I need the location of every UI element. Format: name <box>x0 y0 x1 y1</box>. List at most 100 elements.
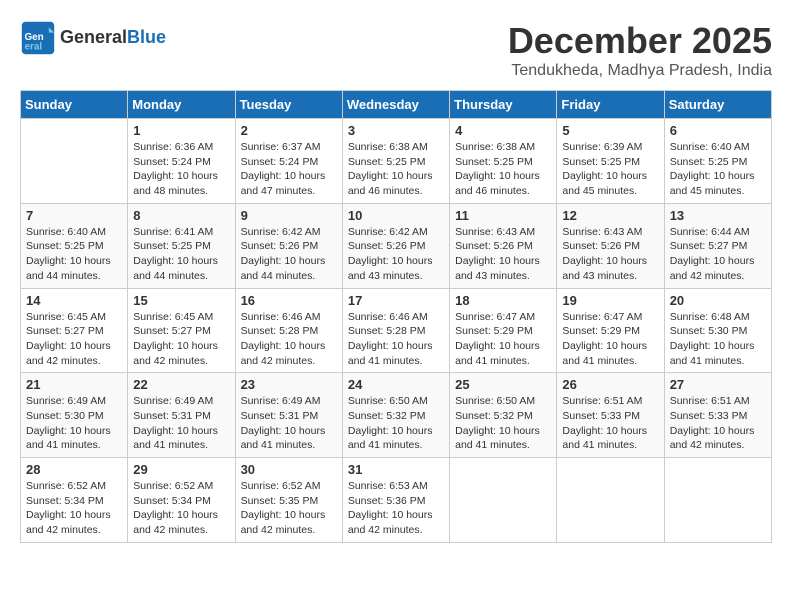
day-info: Sunrise: 6:46 AMSunset: 5:28 PMDaylight:… <box>241 310 337 369</box>
day-number: 9 <box>241 208 337 223</box>
calendar-cell: 13 Sunrise: 6:44 AMSunset: 5:27 PMDaylig… <box>664 203 771 288</box>
day-number: 1 <box>133 123 229 138</box>
day-number: 2 <box>241 123 337 138</box>
calendar-cell: 17 Sunrise: 6:46 AMSunset: 5:28 PMDaylig… <box>342 288 449 373</box>
weekday-header-saturday: Saturday <box>664 91 771 119</box>
day-number: 29 <box>133 462 229 477</box>
day-info: Sunrise: 6:43 AMSunset: 5:26 PMDaylight:… <box>455 225 551 284</box>
calendar-cell: 3 Sunrise: 6:38 AMSunset: 5:25 PMDayligh… <box>342 119 449 204</box>
day-info: Sunrise: 6:42 AMSunset: 5:26 PMDaylight:… <box>241 225 337 284</box>
day-number: 17 <box>348 293 444 308</box>
day-info: Sunrise: 6:52 AMSunset: 5:34 PMDaylight:… <box>133 479 229 538</box>
day-number: 30 <box>241 462 337 477</box>
day-info: Sunrise: 6:52 AMSunset: 5:35 PMDaylight:… <box>241 479 337 538</box>
day-info: Sunrise: 6:39 AMSunset: 5:25 PMDaylight:… <box>562 140 658 199</box>
week-row-5: 28 Sunrise: 6:52 AMSunset: 5:34 PMDaylig… <box>21 458 772 543</box>
day-number: 3 <box>348 123 444 138</box>
calendar-cell: 29 Sunrise: 6:52 AMSunset: 5:34 PMDaylig… <box>128 458 235 543</box>
calendar-cell: 5 Sunrise: 6:39 AMSunset: 5:25 PMDayligh… <box>557 119 664 204</box>
weekday-header-row: SundayMondayTuesdayWednesdayThursdayFrid… <box>21 91 772 119</box>
day-number: 26 <box>562 377 658 392</box>
week-row-3: 14 Sunrise: 6:45 AMSunset: 5:27 PMDaylig… <box>21 288 772 373</box>
day-number: 19 <box>562 293 658 308</box>
weekday-header-tuesday: Tuesday <box>235 91 342 119</box>
day-info: Sunrise: 6:49 AMSunset: 5:30 PMDaylight:… <box>26 394 122 453</box>
day-number: 6 <box>670 123 766 138</box>
weekday-header-wednesday: Wednesday <box>342 91 449 119</box>
weekday-header-thursday: Thursday <box>450 91 557 119</box>
day-number: 15 <box>133 293 229 308</box>
day-info: Sunrise: 6:40 AMSunset: 5:25 PMDaylight:… <box>670 140 766 199</box>
day-info: Sunrise: 6:47 AMSunset: 5:29 PMDaylight:… <box>455 310 551 369</box>
day-number: 10 <box>348 208 444 223</box>
weekday-header-sunday: Sunday <box>21 91 128 119</box>
day-info: Sunrise: 6:49 AMSunset: 5:31 PMDaylight:… <box>241 394 337 453</box>
calendar-cell: 16 Sunrise: 6:46 AMSunset: 5:28 PMDaylig… <box>235 288 342 373</box>
svg-text:eral: eral <box>25 42 43 53</box>
calendar-cell: 31 Sunrise: 6:53 AMSunset: 5:36 PMDaylig… <box>342 458 449 543</box>
calendar-cell: 26 Sunrise: 6:51 AMSunset: 5:33 PMDaylig… <box>557 373 664 458</box>
day-number: 25 <box>455 377 551 392</box>
day-number: 5 <box>562 123 658 138</box>
calendar-cell: 15 Sunrise: 6:45 AMSunset: 5:27 PMDaylig… <box>128 288 235 373</box>
calendar-cell: 24 Sunrise: 6:50 AMSunset: 5:32 PMDaylig… <box>342 373 449 458</box>
day-number: 28 <box>26 462 122 477</box>
day-number: 20 <box>670 293 766 308</box>
calendar-cell: 12 Sunrise: 6:43 AMSunset: 5:26 PMDaylig… <box>557 203 664 288</box>
day-number: 11 <box>455 208 551 223</box>
calendar-cell: 2 Sunrise: 6:37 AMSunset: 5:24 PMDayligh… <box>235 119 342 204</box>
day-number: 8 <box>133 208 229 223</box>
calendar-cell: 27 Sunrise: 6:51 AMSunset: 5:33 PMDaylig… <box>664 373 771 458</box>
day-number: 7 <box>26 208 122 223</box>
calendar-cell: 8 Sunrise: 6:41 AMSunset: 5:25 PMDayligh… <box>128 203 235 288</box>
day-info: Sunrise: 6:51 AMSunset: 5:33 PMDaylight:… <box>670 394 766 453</box>
day-info: Sunrise: 6:42 AMSunset: 5:26 PMDaylight:… <box>348 225 444 284</box>
week-row-1: 1 Sunrise: 6:36 AMSunset: 5:24 PMDayligh… <box>21 119 772 204</box>
logo: Gen eral GeneralBlue <box>20 20 166 56</box>
calendar-cell: 10 Sunrise: 6:42 AMSunset: 5:26 PMDaylig… <box>342 203 449 288</box>
day-number: 22 <box>133 377 229 392</box>
calendar-cell <box>664 458 771 543</box>
day-info: Sunrise: 6:50 AMSunset: 5:32 PMDaylight:… <box>348 394 444 453</box>
day-info: Sunrise: 6:38 AMSunset: 5:25 PMDaylight:… <box>348 140 444 199</box>
calendar-cell: 14 Sunrise: 6:45 AMSunset: 5:27 PMDaylig… <box>21 288 128 373</box>
day-number: 14 <box>26 293 122 308</box>
day-info: Sunrise: 6:47 AMSunset: 5:29 PMDaylight:… <box>562 310 658 369</box>
calendar-cell: 20 Sunrise: 6:48 AMSunset: 5:30 PMDaylig… <box>664 288 771 373</box>
day-info: Sunrise: 6:49 AMSunset: 5:31 PMDaylight:… <box>133 394 229 453</box>
week-row-4: 21 Sunrise: 6:49 AMSunset: 5:30 PMDaylig… <box>21 373 772 458</box>
day-number: 4 <box>455 123 551 138</box>
day-number: 18 <box>455 293 551 308</box>
day-info: Sunrise: 6:37 AMSunset: 5:24 PMDaylight:… <box>241 140 337 199</box>
day-number: 16 <box>241 293 337 308</box>
calendar-cell: 19 Sunrise: 6:47 AMSunset: 5:29 PMDaylig… <box>557 288 664 373</box>
calendar-cell: 28 Sunrise: 6:52 AMSunset: 5:34 PMDaylig… <box>21 458 128 543</box>
day-info: Sunrise: 6:38 AMSunset: 5:25 PMDaylight:… <box>455 140 551 199</box>
calendar-cell: 4 Sunrise: 6:38 AMSunset: 5:25 PMDayligh… <box>450 119 557 204</box>
day-number: 27 <box>670 377 766 392</box>
day-number: 31 <box>348 462 444 477</box>
day-info: Sunrise: 6:40 AMSunset: 5:25 PMDaylight:… <box>26 225 122 284</box>
day-info: Sunrise: 6:53 AMSunset: 5:36 PMDaylight:… <box>348 479 444 538</box>
calendar-cell: 18 Sunrise: 6:47 AMSunset: 5:29 PMDaylig… <box>450 288 557 373</box>
calendar-cell: 22 Sunrise: 6:49 AMSunset: 5:31 PMDaylig… <box>128 373 235 458</box>
day-info: Sunrise: 6:43 AMSunset: 5:26 PMDaylight:… <box>562 225 658 284</box>
location: Tendukheda, Madhya Pradesh, India <box>508 62 772 80</box>
day-number: 24 <box>348 377 444 392</box>
calendar-cell: 30 Sunrise: 6:52 AMSunset: 5:35 PMDaylig… <box>235 458 342 543</box>
calendar-cell: 9 Sunrise: 6:42 AMSunset: 5:26 PMDayligh… <box>235 203 342 288</box>
day-number: 12 <box>562 208 658 223</box>
day-number: 21 <box>26 377 122 392</box>
day-number: 23 <box>241 377 337 392</box>
calendar-cell: 21 Sunrise: 6:49 AMSunset: 5:30 PMDaylig… <box>21 373 128 458</box>
weekday-header-monday: Monday <box>128 91 235 119</box>
calendar-cell: 11 Sunrise: 6:43 AMSunset: 5:26 PMDaylig… <box>450 203 557 288</box>
calendar-cell: 1 Sunrise: 6:36 AMSunset: 5:24 PMDayligh… <box>128 119 235 204</box>
day-info: Sunrise: 6:50 AMSunset: 5:32 PMDaylight:… <box>455 394 551 453</box>
calendar-cell <box>557 458 664 543</box>
calendar-cell: 7 Sunrise: 6:40 AMSunset: 5:25 PMDayligh… <box>21 203 128 288</box>
calendar-cell: 25 Sunrise: 6:50 AMSunset: 5:32 PMDaylig… <box>450 373 557 458</box>
day-info: Sunrise: 6:44 AMSunset: 5:27 PMDaylight:… <box>670 225 766 284</box>
logo-icon: Gen eral <box>20 20 56 56</box>
title-block: December 2025 Tendukheda, Madhya Pradesh… <box>508 20 772 80</box>
